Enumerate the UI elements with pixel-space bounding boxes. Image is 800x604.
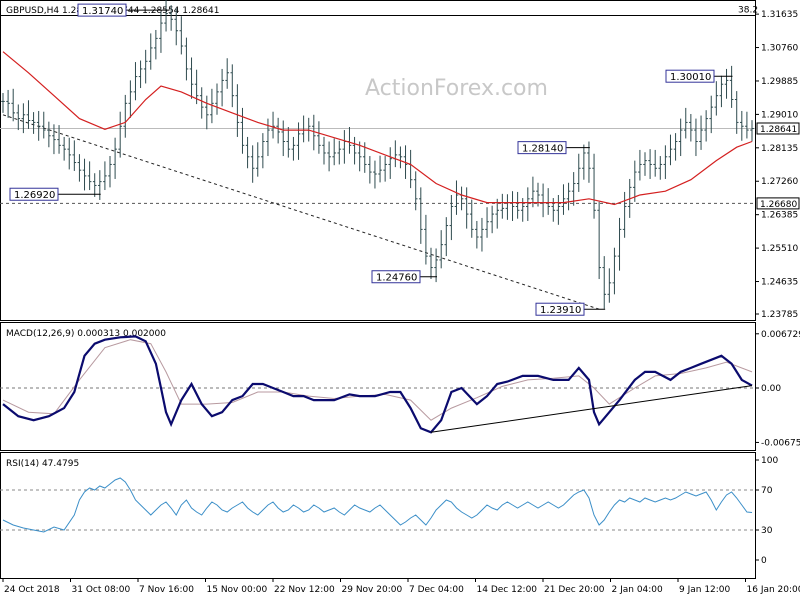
price-tick-label: 1.29885 [761,77,798,87]
price-tick-label: 1.25510 [761,244,798,254]
x-tick-label: 7 Dec 04:00 [409,585,464,595]
price-tick-label: 1.30760 [761,44,798,54]
rsi-title: RSI(14) 47.4795 [6,459,79,469]
price-tick-label: 1.26385 [761,211,798,221]
price-tick-label: 1.29010 [761,110,798,120]
x-tick-label: 22 Nov 12:00 [274,585,335,595]
annotation-label: 1.28140 [522,144,563,155]
price-tick-label: 1.31635 [761,10,798,20]
support-price-label: 1.26680 [760,200,797,210]
price-tick-label: 1.27260 [761,177,798,187]
rsi-y-axis: 100 70 30 0 [755,456,778,566]
annotation-label: 1.26920 [14,190,55,201]
rsi-tick-label: 0 [761,556,767,566]
macd-title: MACD(12,26,9) 0.000313 0.002000 [6,329,166,339]
x-tick-label: 16 Jan 20:00 [747,585,800,595]
macd-tick-label: -0.006758 [761,438,800,448]
chart-window: GBPUSD,H4 1.28608 1.28744 1.28554 1.2864… [0,0,800,600]
annotation-label: 1.31740 [82,6,123,17]
annotation-label: 1.24760 [376,273,417,284]
annotation-label: 1.23910 [540,305,581,316]
price-y-axis: 1.31635 1.30760 1.29885 1.29010 1.28135 1.272… [755,10,798,320]
x-tick-label: 24 Oct 2018 [4,585,60,595]
rsi-tick-label: 70 [761,486,773,496]
x-tick-label: 14 Dec 12:00 [477,585,538,595]
x-tick-label: 9 Jan 12:00 [679,585,731,595]
macd-tick-label: 0.006729 [761,330,800,340]
rsi-panel-frame [1,453,756,579]
chart-canvas: GBPUSD,H4 1.28608 1.28744 1.28554 1.2864… [0,0,800,600]
macd-y-axis: 0.006729 0.00 -0.006758 [755,330,800,449]
x-tick-label: 31 Oct 08:00 [72,585,131,595]
x-axis: 24 Oct 2018 31 Oct 08:00 7 Nov 16:00 15 Nov… [3,578,800,595]
price-tick-label: 1.28135 [761,144,798,154]
price-tick-label: 1.24635 [761,278,798,288]
rsi-tick-label: 100 [761,456,778,466]
fib-label: 38.2 [738,5,758,15]
macd-tick-label: 0.00 [761,384,781,394]
annotation-label: 1.30010 [670,72,711,83]
rsi-tick-label: 30 [761,526,773,536]
macd-panel-frame [1,323,756,451]
x-tick-label: 2 Jan 04:00 [612,585,664,595]
current-price-label: 1.28641 [760,125,797,135]
x-tick-label: 7 Nov 16:00 [139,585,194,595]
x-tick-label: 15 Nov 00:00 [207,585,268,595]
x-tick-label: 29 Nov 20:00 [342,585,403,595]
price-tick-label: 1.23785 [761,310,798,320]
x-tick-label: 21 Dec 20:00 [544,585,605,595]
watermark: ActionForex.com [365,76,548,101]
